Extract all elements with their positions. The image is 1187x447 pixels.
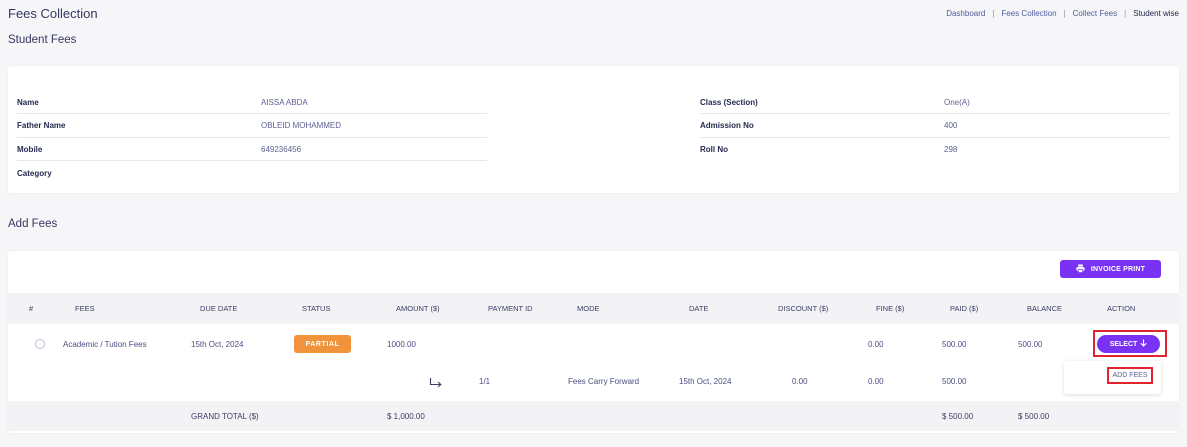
col-payment-id: PAYMENT ID	[488, 304, 533, 313]
student-fees-title: Student Fees	[8, 34, 77, 46]
grand-total-amount: $ 1,000.00	[387, 412, 425, 421]
col-fees: FEES	[75, 304, 95, 313]
col-fine: FINE ($)	[876, 304, 905, 313]
payment-mode: Fees Carry Forward	[568, 377, 640, 386]
name-value: AISSA ABDA	[261, 98, 308, 107]
father-name-label: Father Name	[17, 121, 66, 130]
grand-total-label: GRAND TOTAL ($)	[191, 412, 259, 421]
add-fees-menu-item[interactable]: ADD FEES	[1107, 367, 1153, 384]
col-paid: PAID ($)	[950, 304, 979, 313]
student-info-card	[8, 66, 1179, 193]
select-label: SELECT	[1109, 340, 1138, 348]
status-badge: PARTIAL	[294, 335, 351, 353]
payment-discount: 0.00	[792, 377, 808, 386]
admission-no-label: Admission No	[700, 121, 754, 130]
fee-paid: 500.00	[942, 340, 967, 349]
divider	[700, 113, 1170, 114]
grand-total-row	[8, 401, 1179, 431]
payment-paid: 500.00	[942, 377, 967, 386]
invoice-print-label: INVOICE PRINT	[1090, 265, 1146, 273]
mobile-label: Mobile	[17, 145, 43, 154]
mobile-value: 649236456	[261, 145, 302, 154]
add-fees-title: Add Fees	[8, 218, 58, 230]
class-section-value: One(A)	[944, 98, 970, 107]
fee-due-date: 15th Oct, 2024	[191, 340, 244, 349]
divider	[17, 113, 487, 114]
page-title: Fees Collection	[8, 6, 98, 21]
roll-no-label: Roll No	[700, 145, 728, 154]
name-label: Name	[17, 98, 39, 107]
fee-amount: 1000.00	[387, 340, 416, 349]
breadcrumb: Dashboard | Fees Collection | Collect Fe…	[946, 9, 1179, 18]
class-section-label: Class (Section)	[700, 98, 758, 107]
divider	[17, 160, 487, 161]
invoice-print-button[interactable]: INVOICE PRINT	[1060, 260, 1161, 278]
breadcrumb-dashboard[interactable]: Dashboard	[946, 9, 985, 18]
corner-down-right-icon	[429, 375, 443, 393]
grand-total-balance: $ 500.00	[1018, 412, 1050, 421]
breadcrumb-fees-collection[interactable]: Fees Collection	[1001, 9, 1056, 18]
divider	[700, 137, 1170, 138]
breadcrumb-collect-fees[interactable]: Collect Fees	[1073, 9, 1117, 18]
admission-no-value: 400	[944, 121, 958, 130]
father-name-value: OBLEID MOHAMMED	[261, 121, 342, 130]
breadcrumb-separator: |	[1124, 9, 1127, 18]
col-action: ACTION	[1107, 304, 1136, 313]
divider	[17, 137, 487, 138]
col-status: STATUS	[302, 304, 331, 313]
printer-icon	[1076, 263, 1085, 275]
breadcrumb-separator: |	[992, 9, 995, 18]
col-index: #	[29, 304, 34, 313]
payment-date: 15th Oct, 2024	[679, 377, 732, 386]
payment-fine: 0.00	[868, 377, 884, 386]
category-label: Category	[17, 169, 52, 178]
col-balance: BALANCE	[1027, 304, 1063, 313]
roll-no-value: 298	[944, 145, 958, 154]
col-due-date: DUE DATE	[200, 304, 238, 313]
col-date: DATE	[689, 304, 709, 313]
payment-id: 1/1	[479, 377, 491, 386]
arrow-down-icon	[1140, 339, 1147, 349]
fee-name: Academic / Tution Fees	[63, 340, 147, 349]
col-amount: AMOUNT ($)	[396, 304, 440, 313]
col-mode: MODE	[577, 304, 600, 313]
grand-total-paid: $ 500.00	[942, 412, 974, 421]
select-button[interactable]: SELECT	[1097, 335, 1160, 353]
row-select-radio[interactable]	[35, 339, 45, 349]
col-discount: DISCOUNT ($)	[778, 304, 829, 313]
fee-balance: 500.00	[1018, 340, 1043, 349]
fee-fine: 0.00	[868, 340, 884, 349]
breadcrumb-separator: |	[1063, 9, 1066, 18]
breadcrumb-student-wise: Student wise	[1133, 9, 1179, 18]
